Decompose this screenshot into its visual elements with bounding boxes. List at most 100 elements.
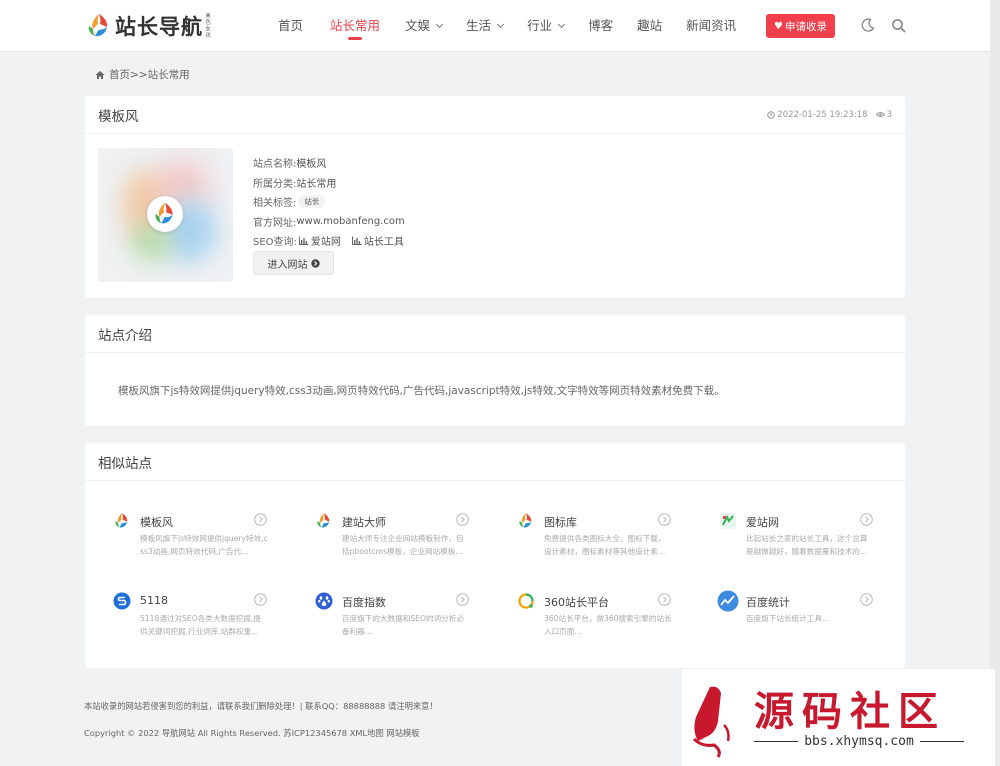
- site-meta: 2022-01-25 19:23:18 3: [767, 110, 892, 120]
- main-nav: 首页 站长常用 文娱 生活 行业 博客 趣站 新闻资讯: [278, 0, 736, 52]
- nav-blog[interactable]: 博客: [588, 0, 613, 52]
- similar-site-desc: 模板风旗下js特效网提供jquery特效,css3动画,网页特效代码,广告代..…: [140, 534, 268, 556]
- similar-title: 相似站点: [98, 455, 152, 472]
- footer-copyright: Copyright © 2022 导航网站 All Rights Reserve…: [84, 728, 420, 738]
- arrow-circle-right-icon: [310, 258, 320, 268]
- baidu-tongji-icon: [717, 590, 739, 612]
- similar-card-header: 相似站点: [85, 443, 905, 481]
- similar-site-name: 百度统计: [746, 596, 790, 609]
- similar-site-desc: 比起站长之家的站长工具，这个总算是越做越好，随着数据量和技术的...: [746, 534, 868, 556]
- intro-text: 模板风旗下js特效网提供jquery特效,css3动画,网页特效代码,广告代码,…: [118, 385, 725, 397]
- watermark-url: bbs.xhymsq.com: [748, 734, 970, 749]
- intro-title: 站点介绍: [98, 327, 152, 344]
- bar-chart-icon: [298, 236, 309, 246]
- moon-icon[interactable]: [860, 17, 876, 33]
- similar-site-name: 百度指数: [342, 596, 386, 609]
- similar-site-item[interactable]: 爱站网 比起站长之家的站长工具，这个总算是越做越好，随着数据量和技术的...: [719, 512, 879, 572]
- watermark-title: 源码社区: [754, 689, 946, 735]
- seal-icon: [692, 686, 730, 758]
- site-logo-icon: [147, 196, 183, 232]
- breadcrumb-text[interactable]: 首页>>站长常用: [109, 67, 190, 82]
- breadcrumb: 首页>>站长常用: [95, 67, 190, 82]
- site-info: 站点名称: 模板风 所属分类: 站长常用 相关标签: 站长 官方网址: www.…: [253, 153, 413, 251]
- info-seo-row: SEO查询: 爱站网 站长工具: [253, 231, 413, 251]
- chevron-down-icon: [436, 20, 444, 29]
- logo-icon: [519, 513, 532, 528]
- nav-life[interactable]: 生活: [466, 0, 505, 52]
- similar-site-name: 建站大师: [342, 516, 386, 529]
- similar-site-name: 爱站网: [746, 516, 779, 529]
- nav-entertainment[interactable]: 文娱: [405, 0, 444, 52]
- site-logo[interactable]: 站长导航 黑色女孩: [86, 11, 213, 41]
- nav-fun-sites[interactable]: 趣站: [637, 0, 662, 52]
- similar-site-item[interactable]: 百度统计 百度旗下站长统计工具...: [717, 590, 879, 652]
- seo-link-aizhan[interactable]: 爱站网: [298, 233, 341, 248]
- similar-site-name: 360站长平台: [544, 596, 609, 609]
- info-name-row: 站点名称: 模板风: [253, 153, 413, 173]
- info-name-value: 模板风: [296, 159, 327, 171]
- similar-site-desc: 免费提供各类图标大全，图标下载，设计素材，图标素材等其他设计素...: [544, 534, 666, 556]
- heart-icon: ♥: [774, 20, 783, 32]
- chevron-circle-right-icon[interactable]: [254, 513, 267, 526]
- nav-webmaster-common[interactable]: 站长常用: [330, 0, 380, 52]
- similar-site-item[interactable]: 建站大师 建站大师专注企业网站模板制作，包括pbootcms模板，企业网站模板.…: [315, 512, 475, 572]
- bar-chart-icon: [351, 236, 362, 246]
- similar-site-desc: 百度旗下的大数据和SEO的词分析必备利器...: [342, 614, 464, 636]
- intro-card: 站点介绍 模板风旗下js特效网提供jquery特效,css3动画,网页特效代码,…: [85, 315, 905, 426]
- site-card-header: 模板风 2022-01-25 19:23:18 3: [85, 96, 905, 134]
- nav-news[interactable]: 新闻资讯: [686, 0, 736, 52]
- 360-icon: [518, 593, 534, 609]
- view-count: 3: [875, 110, 892, 120]
- eye-icon: [875, 112, 885, 117]
- 5118-icon: [113, 592, 131, 610]
- site-title: 模板风: [98, 108, 139, 125]
- site-detail-card: 模板风 2022-01-25 19:23:18 3 站点名称: 模板风 所属分类…: [85, 96, 905, 298]
- tag-badge[interactable]: 站长: [298, 195, 326, 209]
- info-category-value[interactable]: 站长常用: [296, 175, 336, 190]
- chevron-circle-right-icon[interactable]: [254, 593, 267, 606]
- intro-card-header: 站点介绍: [85, 315, 905, 353]
- chevron-circle-right-icon[interactable]: [658, 593, 671, 606]
- apply-listing-button[interactable]: ♥ 申请收录: [766, 14, 835, 38]
- similar-site-item[interactable]: 模板风 模板风旗下js特效网提供jquery特效,css3动画,网页特效代码,广…: [113, 512, 273, 572]
- info-tags-row: 相关标签: 站长: [253, 192, 413, 212]
- nav-industry[interactable]: 行业: [527, 0, 566, 52]
- clock-icon: [767, 110, 776, 119]
- chevron-circle-right-icon[interactable]: [456, 593, 469, 606]
- info-url-value[interactable]: www.mobanfeng.com: [296, 216, 404, 227]
- similar-site-name: 模板风: [140, 516, 173, 529]
- footer-disclaimer: 本站收录的网站若侵害到您的利益，请联系我们删除处理！| 联系QQ：8888888…: [84, 701, 438, 711]
- search-icon[interactable]: [891, 18, 906, 33]
- info-category-row: 所属分类: 站长常用: [253, 173, 413, 193]
- similar-site-item[interactable]: 360站长平台 360站长平台，做360搜索引擎的站长入口页面...: [517, 592, 677, 652]
- similar-site-item[interactable]: 图标库 免费提供各类图标大全，图标下载，设计素材，图标素材等其他设计素...: [517, 512, 677, 572]
- top-header: 站长导航 黑色女孩 首页 站长常用 文娱 生活 行业 博客 趣站 新闻资讯 ♥ …: [0, 0, 990, 52]
- chevron-circle-right-icon[interactable]: [456, 513, 469, 526]
- watermark-banner: 源码社区 bbs.xhymsq.com: [682, 669, 995, 766]
- logo-icon: [88, 14, 108, 37]
- similar-site-desc: 360站长平台，做360搜索引擎的站长入口页面...: [544, 614, 672, 636]
- logo-text: 站长导航: [115, 15, 203, 39]
- similar-site-item[interactable]: 5118 5118通过对SEO各类大数据挖掘,提供关键词挖掘,行业词库,站群权重…: [113, 592, 273, 652]
- scrollbar[interactable]: [990, 0, 1000, 766]
- visit-site-button[interactable]: 进入网站: [253, 251, 334, 275]
- chevron-circle-right-icon[interactable]: [860, 513, 873, 526]
- site-date: 2022-01-25 19:23:18: [777, 109, 868, 120]
- similar-site-desc: 百度旗下站长统计工具...: [746, 614, 830, 623]
- similar-site-name: 图标库: [544, 516, 577, 529]
- chevron-circle-right-icon[interactable]: [658, 513, 671, 526]
- similar-site-item[interactable]: 百度指数 百度旗下的大数据和SEO的词分析必备利器...: [315, 592, 475, 652]
- similar-site-desc: 5118通过对SEO各类大数据挖掘,提供关键词挖掘,行业词库,站群权重...: [140, 614, 261, 636]
- chevron-circle-right-icon[interactable]: [860, 593, 873, 606]
- logo-icon: [115, 513, 128, 528]
- logo-icon: [317, 513, 330, 528]
- home-icon: [95, 70, 105, 79]
- info-url-row: 官方网址: www.mobanfeng.com: [253, 215, 405, 229]
- chevron-down-icon: [558, 20, 566, 29]
- logo-subtext: 黑色女孩: [205, 13, 211, 39]
- chevron-down-icon: [497, 20, 505, 29]
- nav-home[interactable]: 首页: [278, 0, 303, 52]
- aizhan-icon: [720, 513, 736, 529]
- seo-link-chinaz[interactable]: 站长工具: [351, 233, 404, 248]
- site-thumbnail: [98, 148, 233, 282]
